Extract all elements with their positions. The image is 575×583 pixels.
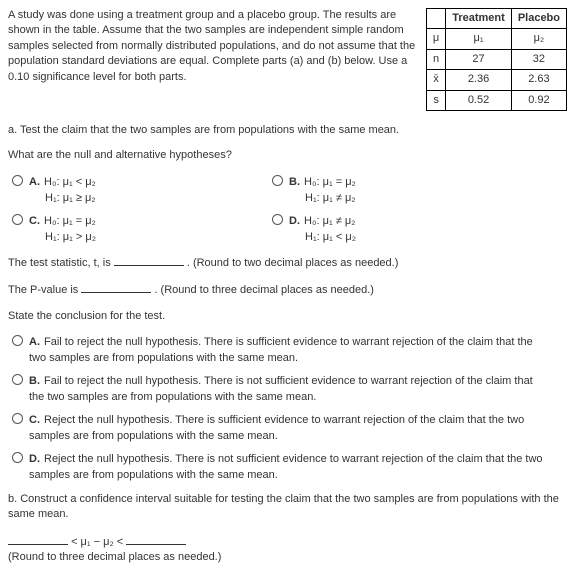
tstat-input[interactable] [114,254,184,266]
col-placebo: Placebo [511,9,566,29]
opt-c-h1: H₁: μ₁ > μ₂ [45,229,96,246]
ci-middle: < μ₁ − μ₂ < [71,536,123,548]
row-n: n [426,49,445,69]
radio-icon [12,175,23,186]
opt-b-h1: H₁: μ₁ ≠ μ₂ [305,190,356,207]
part-a-prompt: a. Test the claim that the two samples a… [8,123,567,138]
hypotheses-prompt: What are the null and alternative hypoth… [8,148,567,163]
col-treatment: Treatment [446,9,512,29]
s1: 0.52 [446,90,512,110]
opt-d-h0: H₀: μ₁ ≠ μ₂ [304,215,355,227]
opt-c-h0: H₀: μ₁ = μ₂ [44,215,96,227]
opt-label: D. [289,215,300,227]
conclusion-prompt: State the conclusion for the test. [8,309,567,324]
radio-icon [12,335,23,346]
mu2: μ₂ [511,29,566,49]
concl-b-text: Fail to reject the null hypothesis. Ther… [29,375,533,404]
opt-b-h0: H₀: μ₁ = μ₂ [304,176,356,188]
row-xbar: x̄ [426,70,445,90]
radio-icon [12,452,23,463]
hyp-option-b[interactable]: B. H₀: μ₁ = μ₂ H₁: μ₁ ≠ μ₂ [272,174,512,207]
pvalue-input[interactable] [81,281,151,293]
n2: 32 [511,49,566,69]
row-s: s [426,90,445,110]
opt-label: B. [289,176,300,188]
xbar2: 2.63 [511,70,566,90]
opt-a-h1: H₁: μ₁ ≥ μ₂ [45,190,96,207]
opt-label: C. [29,414,40,426]
radio-icon [272,175,283,186]
problem-intro: A study was done using a treatment group… [8,8,418,111]
n1: 27 [446,49,512,69]
concl-a-text: Fail to reject the null hypothesis. Ther… [29,336,533,365]
opt-label: A. [29,336,40,348]
tstat-hint: . (Round to two decimal places as needed… [187,257,399,269]
opt-label: A. [29,176,40,188]
xbar1: 2.36 [446,70,512,90]
concl-d-text: Reject the null hypothesis. There is not… [29,453,543,482]
radio-icon [12,413,23,424]
mu1: μ₁ [446,29,512,49]
hyp-option-a[interactable]: A. H₀: μ₁ < μ₂ H₁: μ₁ ≥ μ₂ [12,174,252,207]
pvalue-hint: . (Round to three decimal places as need… [154,284,374,296]
radio-icon [12,214,23,225]
part-b-prompt: b. Construct a confidence interval suita… [8,492,567,523]
concl-c-text: Reject the null hypothesis. There is suf… [29,414,524,443]
radio-icon [12,374,23,385]
concl-option-c[interactable]: C.Reject the null hypothesis. There is s… [12,412,567,445]
radio-icon [272,214,283,225]
ci-lower-input[interactable] [8,533,68,545]
opt-d-h1: H₁: μ₁ < μ₂ [305,229,356,246]
opt-label: C. [29,215,40,227]
concl-option-b[interactable]: B.Fail to reject the null hypothesis. Th… [12,373,567,406]
opt-label: D. [29,453,40,465]
data-table: Treatment Placebo μ μ₁ μ₂ n 27 32 x̄ 2.3… [426,8,567,111]
tstat-label: The test statistic, t, is [8,257,111,269]
hyp-option-c[interactable]: C. H₀: μ₁ = μ₂ H₁: μ₁ > μ₂ [12,213,252,246]
row-mu: μ [426,29,445,49]
s2: 0.92 [511,90,566,110]
concl-option-d[interactable]: D.Reject the null hypothesis. There is n… [12,451,567,484]
pvalue-label: The P-value is [8,284,78,296]
ci-hint: (Round to three decimal places as needed… [8,550,567,565]
hyp-option-d[interactable]: D. H₀: μ₁ ≠ μ₂ H₁: μ₁ < μ₂ [272,213,512,246]
ci-upper-input[interactable] [126,533,186,545]
opt-label: B. [29,375,40,387]
opt-a-h0: H₀: μ₁ < μ₂ [44,176,96,188]
concl-option-a[interactable]: A.Fail to reject the null hypothesis. Th… [12,334,567,367]
